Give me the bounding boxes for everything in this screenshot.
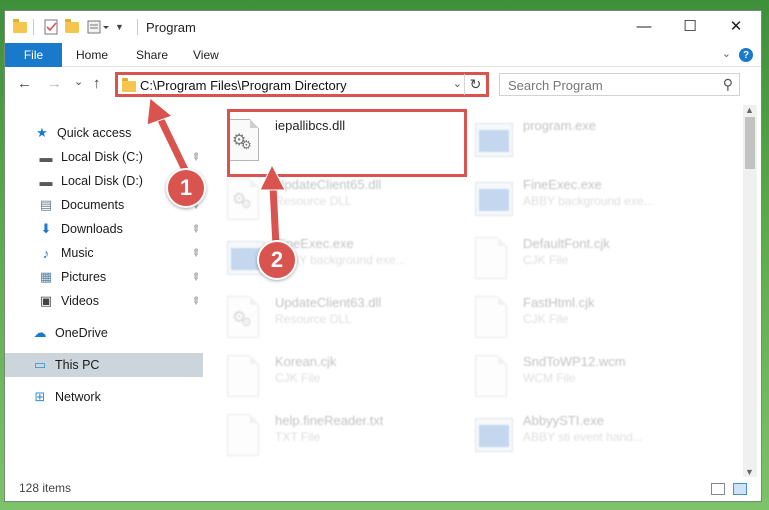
step-badge-1: 1 — [166, 168, 206, 208]
step-badge-2: 2 — [257, 240, 297, 280]
annotation-arrows — [146, 97, 286, 250]
